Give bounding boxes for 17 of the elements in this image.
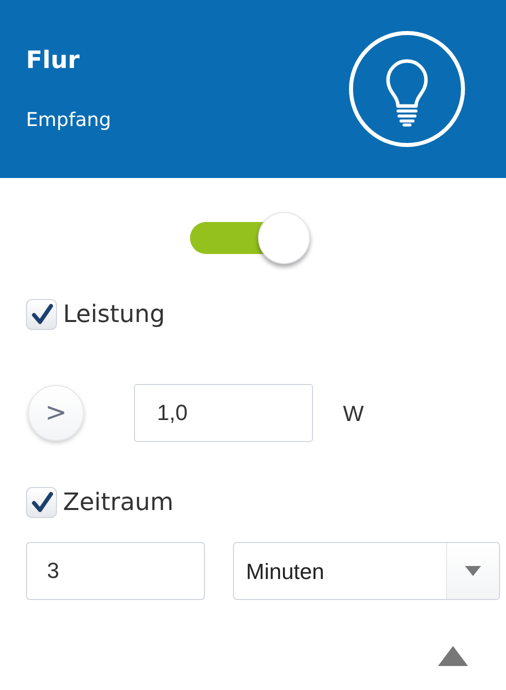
checkbox[interactable] [26, 298, 57, 330]
dropdown-value: Minuten [245, 558, 326, 586]
lightbulb-icon [348, 30, 466, 148]
checkbox[interactable] [26, 486, 57, 518]
room-label: Empfang [26, 108, 112, 133]
unit-dropdown[interactable]: Minuten [233, 542, 500, 600]
collapse-arrow-icon[interactable] [438, 646, 468, 666]
power-input[interactable]: 1,0 [134, 384, 313, 442]
checkmark-icon [30, 491, 52, 513]
checkmark-icon [30, 303, 52, 325]
checkbox-label: Zeitraum [63, 487, 174, 518]
device-title: Flur [26, 45, 81, 75]
operator-button[interactable]: > [28, 385, 84, 441]
checkbox-label: Leistung [63, 299, 165, 330]
duration-input[interactable]: 3 [26, 542, 205, 600]
unit-label: W [343, 400, 364, 428]
caret-down-icon [465, 566, 481, 576]
